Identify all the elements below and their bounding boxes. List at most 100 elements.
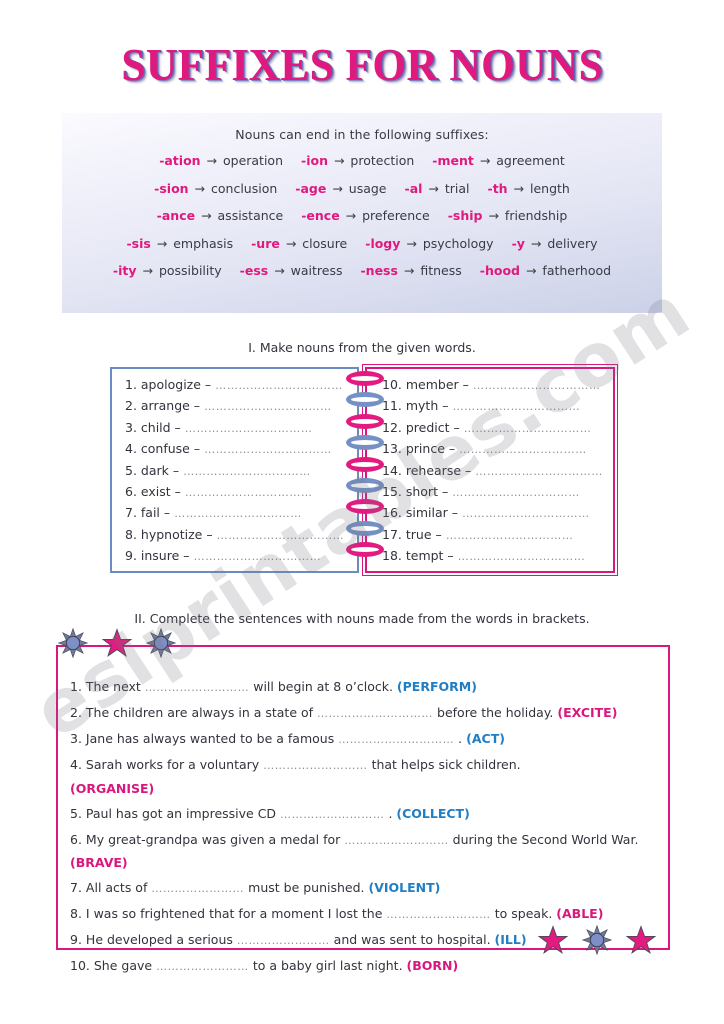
binder-ring bbox=[346, 456, 384, 472]
sentence-number: 3. bbox=[70, 731, 82, 746]
sentence-text-before: He developed a serious bbox=[85, 932, 233, 947]
arrow-icon: → bbox=[522, 263, 541, 278]
sentence-text-before: My great-grandpa was given a medal for bbox=[85, 831, 341, 847]
sentence-text-before: The children are always in a state of bbox=[85, 705, 314, 720]
exercise-2-sentence: 1. The next ……………………… will begin at 8 o’… bbox=[70, 676, 660, 700]
answer-blank[interactable]: …………………………… bbox=[455, 443, 587, 456]
cue-word: (ORGANISE) bbox=[70, 780, 155, 796]
arrow-icon: → bbox=[152, 235, 172, 251]
sentence-number: 1. bbox=[70, 679, 82, 694]
answer-blank[interactable]: ………………………… bbox=[317, 707, 433, 720]
sentence-text-before: The next bbox=[85, 679, 141, 694]
suffix-label: -y bbox=[511, 235, 525, 251]
answer-blank[interactable]: ………………………… bbox=[338, 733, 454, 746]
suffix-label: -ation bbox=[159, 153, 201, 168]
arrow-icon: → bbox=[424, 180, 443, 196]
pink-star-icon bbox=[625, 925, 657, 955]
suffix-entry: -ment → agreement bbox=[432, 153, 565, 168]
answer-blank[interactable]: …………………………… bbox=[458, 507, 590, 520]
suffix-example: fitness bbox=[420, 263, 462, 278]
exercise-1-word: 13. prince – bbox=[382, 441, 456, 457]
answer-blank[interactable]: ……………………… bbox=[344, 834, 448, 847]
answer-blank[interactable]: …………………… bbox=[237, 934, 330, 947]
answer-blank[interactable]: …………………… bbox=[156, 960, 249, 973]
answer-blank[interactable]: …………………………… bbox=[448, 486, 580, 499]
ring-binder bbox=[346, 371, 384, 569]
answer-blank[interactable]: …………………………… bbox=[471, 465, 603, 478]
exercise-1-right-list: 10. member – …………………………… 11. myth – ……………… bbox=[382, 374, 603, 567]
blue-burst-star-icon bbox=[145, 627, 177, 659]
star-slot bbox=[537, 925, 569, 960]
suffix-rows: -ation → operation -ion → protection -ment… bbox=[62, 153, 662, 278]
suffix-label: -ance bbox=[156, 208, 196, 223]
suffix-example: agreement bbox=[496, 153, 565, 168]
suffix-entry: -al → trial bbox=[405, 181, 470, 196]
arrow-icon: → bbox=[341, 208, 361, 223]
exercise-1-item: 5. dark – …………………………… bbox=[125, 460, 344, 481]
star-slot bbox=[57, 627, 89, 663]
suffix-example: protection bbox=[350, 153, 415, 168]
cue-word: (COLLECT) bbox=[396, 805, 470, 821]
blue-burst-star-icon bbox=[581, 924, 613, 956]
exercise-1-word: 16. similar – bbox=[382, 505, 458, 521]
sentence-text-after: to speak. bbox=[494, 906, 553, 921]
cue-word: (VIOLENT) bbox=[368, 880, 441, 895]
answer-blank[interactable]: ……………………… bbox=[386, 908, 490, 921]
sentence-text-before: Paul has got an impressive CD bbox=[85, 805, 277, 821]
exercise-1-item: 13. prince – …………………………… bbox=[382, 438, 603, 459]
answer-blank[interactable]: …………………………… bbox=[179, 465, 311, 478]
sentence-text-before: Jane has always wanted to be a famous bbox=[85, 731, 335, 746]
answer-blank[interactable]: …………………………… bbox=[181, 486, 313, 499]
sentence-number: 6. bbox=[70, 831, 82, 847]
arrow-icon: → bbox=[475, 153, 495, 168]
suffix-example: possibility bbox=[158, 263, 222, 278]
exercise-1-item: 2. arrange – …………………………… bbox=[125, 395, 344, 416]
arrow-icon: → bbox=[329, 153, 349, 168]
answer-blank[interactable]: …………………………… bbox=[200, 400, 332, 413]
arrow-icon: → bbox=[138, 263, 157, 278]
suffix-entry: -ity → possibility bbox=[113, 263, 222, 278]
star-decoration-top-left bbox=[57, 627, 177, 663]
binder-ring bbox=[346, 435, 384, 451]
sentence-text-after: that helps sick children. bbox=[371, 757, 521, 772]
answer-blank[interactable]: …………………………… bbox=[200, 443, 332, 456]
answer-blank[interactable]: …………………………… bbox=[190, 550, 322, 563]
suffix-entry: -logy → psychology bbox=[365, 236, 493, 251]
binder-ring bbox=[346, 392, 384, 408]
answer-blank[interactable]: …………………………… bbox=[442, 529, 574, 542]
answer-blank[interactable]: …………………………… bbox=[448, 400, 580, 413]
suffix-label: -sion bbox=[154, 180, 189, 196]
suffix-entry: -ation → operation bbox=[159, 153, 283, 168]
answer-blank[interactable]: ……………………… bbox=[280, 808, 384, 821]
suffix-entry: -ance → assistance bbox=[157, 208, 284, 223]
answer-blank[interactable]: …………………………… bbox=[460, 422, 592, 435]
exercise-1-item: 3. child – …………………………… bbox=[125, 417, 344, 438]
answer-blank[interactable]: …………………………… bbox=[454, 550, 586, 563]
answer-blank[interactable]: …………………………… bbox=[469, 379, 601, 392]
exercise-2-sentence: 3. Jane has always wanted to be a famous… bbox=[70, 728, 660, 752]
cue-word: (ACT) bbox=[466, 731, 505, 746]
arrow-icon: → bbox=[484, 208, 503, 223]
answer-blank[interactable]: …………………………… bbox=[211, 379, 343, 392]
suffix-entry: -hood → fatherhood bbox=[480, 263, 611, 278]
answer-blank[interactable]: …………………………… bbox=[170, 507, 302, 520]
answer-blank[interactable]: …………………… bbox=[151, 882, 244, 895]
answer-blank[interactable]: …………………………… bbox=[181, 422, 313, 435]
cue-word: (PERFORM) bbox=[396, 679, 477, 694]
star-slot bbox=[625, 925, 657, 960]
answer-blank[interactable]: ……………………… bbox=[263, 759, 367, 772]
answer-blank[interactable]: ……………………… bbox=[145, 681, 249, 694]
sentence-number: 5. bbox=[70, 805, 82, 821]
exercise-1-item: 17. true – …………………………… bbox=[382, 524, 603, 545]
answer-blank[interactable]: …………………………… bbox=[213, 529, 345, 542]
binder-ring bbox=[346, 499, 384, 515]
sentence-text-before: All acts of bbox=[85, 880, 148, 895]
suffix-example: closure bbox=[302, 235, 348, 251]
suffix-label: -ship bbox=[447, 208, 483, 223]
suffix-label: -ion bbox=[301, 153, 328, 168]
suffix-example: conclusion bbox=[211, 180, 278, 196]
exercise-1-item: 4. confuse – …………………………… bbox=[125, 438, 344, 459]
sentence-text-before: She gave bbox=[93, 958, 153, 973]
exercise-1-item: 10. member – …………………………… bbox=[382, 374, 603, 395]
suffix-example: friendship bbox=[504, 208, 568, 223]
